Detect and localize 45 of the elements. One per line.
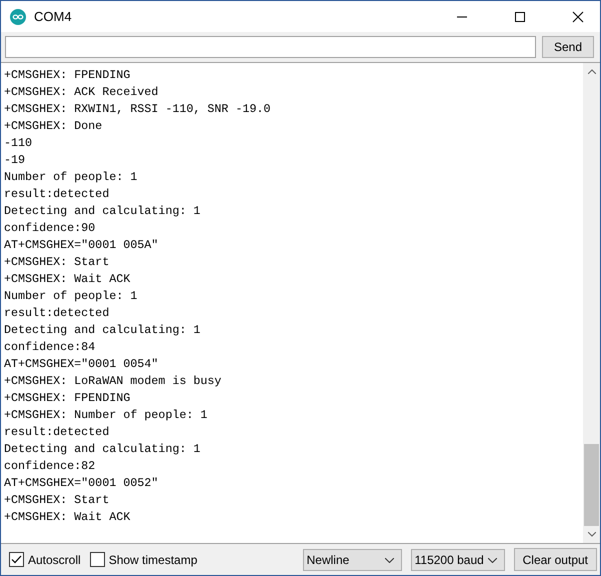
scroll-up-icon[interactable]	[588, 69, 596, 74]
window-title: COM4	[34, 9, 72, 24]
output-line: +CMSGHEX: Start	[4, 492, 110, 509]
output-line: Detecting and calculating: 1	[4, 441, 202, 458]
output-line: Detecting and calculating: 1	[4, 322, 202, 339]
caret-icon	[384, 558, 394, 563]
output-line: result:detected	[4, 186, 110, 203]
output-line: +CMSGHEX: FPENDING	[4, 390, 132, 407]
scroll-down-icon[interactable]	[588, 532, 596, 537]
app-logo-icon	[10, 8, 26, 24]
close-icon[interactable]	[572, 10, 584, 22]
output-line: +CMSGHEX: LoRaWAN modem is busy	[4, 373, 222, 390]
output-line: +CMSGHEX: Done	[4, 118, 104, 135]
output-line: Number of people: 1	[4, 169, 138, 186]
output-line: +CMSGHEX: Start	[4, 254, 110, 271]
output-line: -19	[4, 152, 26, 169]
line-ending-dropdown[interactable]: Newline	[302, 548, 402, 570]
send-button[interactable]: Send	[542, 36, 594, 58]
autoscroll-checkbox[interactable]: Autoscroll	[9, 552, 81, 567]
output-line: AT+CMSGHEX="0001 0054"	[4, 356, 160, 373]
output-line: +CMSGHEX: Wait ACK	[4, 271, 132, 288]
output-line: +CMSGHEX: FPENDING	[4, 67, 132, 84]
timestamp-checkbox[interactable]: Show timestamp	[90, 552, 198, 567]
output-line: confidence:90	[4, 220, 96, 237]
scrollbar-thumb[interactable]	[584, 444, 599, 526]
output-line: AT+CMSGHEX="0001 005A"	[4, 237, 160, 254]
caret-icon	[488, 558, 497, 563]
baud-rate-dropdown[interactable]: 115200 baud	[410, 548, 505, 570]
output-line: AT+CMSGHEX="0001 0052"	[4, 475, 160, 492]
output-line: confidence:82	[4, 458, 96, 475]
output-line: result:detected	[4, 424, 110, 441]
output-line: +CMSGHEX: RXWIN1, RSSI -110, SNR -19.0	[4, 101, 272, 118]
output-line: -110	[4, 135, 34, 152]
output-line: confidence:84	[4, 339, 96, 356]
output-line: +CMSGHEX: ACK Received	[4, 84, 160, 101]
scrollbar[interactable]	[583, 63, 600, 543]
output-line: +CMSGHEX: Number of people: 1	[4, 407, 208, 424]
input-field[interactable]	[5, 36, 536, 58]
checkmark-icon	[11, 555, 22, 564]
output-line: +CMSGHEX: Wait ACK	[4, 509, 132, 526]
output-line: Detecting and calculating: 1	[4, 203, 202, 220]
output-line: Number of people: 1	[4, 288, 138, 305]
clear-output-button[interactable]: Clear output	[514, 548, 597, 571]
maximize-icon[interactable]	[514, 10, 526, 22]
output-line: result:detected	[4, 305, 110, 322]
